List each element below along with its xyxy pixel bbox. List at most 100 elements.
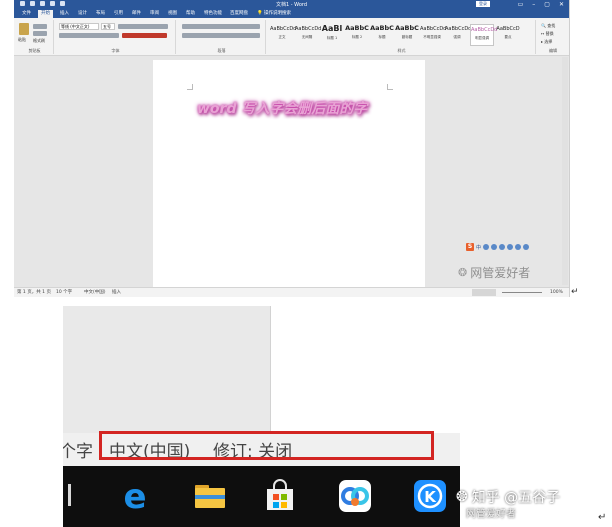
style-emphasis[interactable]: AaBbCcDd 强调: [445, 24, 471, 46]
styles-group-label: 样式: [397, 48, 406, 53]
format-painter-button[interactable]: 格式刷: [33, 38, 45, 44]
font-color-buttons[interactable]: [122, 33, 167, 38]
style-heading-2[interactable]: AaBbC 标题 2: [345, 24, 369, 46]
taskbar-separator: [68, 484, 71, 506]
file-explorer-icon[interactable]: [193, 479, 227, 513]
zoomed-page-area: [271, 306, 460, 433]
ribbon-tabs: 文件 开始 插入 设计 布局 引用 邮件 审阅 视图 帮助 特色功能 百度网盘 …: [14, 9, 569, 18]
paragraph-mark-icon: ↵: [571, 287, 579, 297]
status-zoom[interactable]: 100%: [550, 288, 563, 297]
margin-corner-tr: [387, 84, 393, 90]
tab-help[interactable]: 帮助: [183, 10, 198, 18]
clipboard-group: 粘贴 格式刷 剪贴板: [16, 20, 54, 54]
print-preview-icon[interactable]: [50, 1, 55, 6]
status-language[interactable]: 中文(中国): [84, 288, 106, 297]
status-mode[interactable]: 插入: [112, 288, 121, 297]
wechat-icon: ❂: [458, 266, 468, 279]
wordart-text[interactable]: word 写入字会删后面的字: [197, 98, 367, 118]
ime-emoji-icon[interactable]: [491, 244, 498, 250]
select-button[interactable]: ▸ 选择: [541, 39, 552, 45]
title-bar: 文档1 - Word 登录 ▭ – ▢ ✕: [14, 0, 569, 9]
font-name-select[interactable]: 等线 (中文正文): [59, 23, 99, 30]
paragraph-group: 段落: [178, 20, 266, 54]
baidu-netdisk-icon[interactable]: [338, 479, 372, 513]
wechat-icon-bottom: ❂: [456, 489, 468, 505]
find-button[interactable]: 🔍 查找: [541, 23, 555, 29]
customize-icon[interactable]: [60, 1, 65, 6]
editing-group-label: 编辑: [549, 48, 557, 53]
paragraph-group-label: 段落: [217, 48, 226, 53]
alignment-buttons[interactable]: [182, 33, 260, 38]
save-icon[interactable]: [20, 1, 25, 6]
font-size-tools[interactable]: [118, 24, 168, 29]
ime-tools-icon[interactable]: [523, 244, 530, 250]
style-subtle-emphasis[interactable]: AaBbCcDd 不明显强调: [420, 24, 446, 46]
vertical-scrollbar[interactable]: [562, 57, 568, 285]
ime-mode-label[interactable]: 中: [476, 244, 481, 251]
svg-text:e: e: [123, 479, 146, 513]
tab-home[interactable]: 开始: [38, 10, 53, 18]
tab-layout[interactable]: 布局: [93, 10, 108, 18]
edge-icon[interactable]: e: [118, 479, 152, 513]
editing-group: 🔍 查找 ↔ 替换 ▸ 选择 编辑: [538, 20, 568, 54]
font-group: 等线 (中文正文) 五号 字体: [56, 20, 176, 54]
paste-icon[interactable]: [19, 23, 29, 35]
status-page[interactable]: 第 1 页，共 1 页: [17, 288, 51, 297]
tab-file[interactable]: 文件: [19, 10, 34, 18]
font-size-select[interactable]: 五号: [101, 23, 115, 30]
ime-toolbar[interactable]: S 中: [466, 243, 546, 251]
ime-keyboard-icon[interactable]: [507, 244, 514, 250]
style-normal[interactable]: AaBbCcDd 正文: [270, 24, 296, 46]
tab-special[interactable]: 特色功能: [201, 10, 225, 18]
minimize-icon[interactable]: –: [532, 0, 535, 9]
zoomed-status-crop: 个字 中文(中国) 修订: 关闭 e K: [63, 306, 460, 527]
watermark-bottom: ❂ 知乎 @五谷子: [456, 487, 560, 507]
paste-label: 粘贴: [18, 37, 26, 42]
ribbon-display-icon[interactable]: ▭: [518, 0, 524, 9]
watermark-top-text: 网管爱好者: [470, 266, 531, 280]
document-page[interactable]: word 写入字会删后面的字: [153, 60, 425, 297]
tell-me-search[interactable]: 💡 操作说明搜索: [254, 10, 294, 18]
status-words[interactable]: 10 个字: [56, 288, 72, 297]
tab-review[interactable]: 审阅: [147, 10, 162, 18]
tab-insert[interactable]: 插入: [57, 10, 72, 18]
style-heading-1[interactable]: AaBl 标题 1: [320, 24, 344, 46]
tab-mailings[interactable]: 邮件: [129, 10, 144, 18]
sogou-ime-icon[interactable]: S: [466, 243, 474, 251]
login-button[interactable]: 登录: [476, 1, 490, 7]
maximize-icon[interactable]: ▢: [544, 0, 550, 9]
svg-text:K: K: [424, 488, 437, 506]
tab-baidu[interactable]: 百度网盘: [227, 10, 251, 18]
word-window: 文档1 - Word 登录 ▭ – ▢ ✕ 文件 开始 插入 设计 布局 引用 …: [14, 0, 570, 297]
tab-references[interactable]: 引用: [111, 10, 126, 18]
style-no-spacing[interactable]: AaBbCcDd 无间隔: [295, 24, 321, 46]
style-strong[interactable]: AaBbCcD 要点: [496, 24, 520, 46]
view-buttons[interactable]: [472, 289, 496, 296]
zoomed-word-count[interactable]: 个字: [63, 437, 93, 462]
cut-icon[interactable]: [33, 24, 47, 29]
tab-design[interactable]: 设计: [75, 10, 90, 18]
redo-icon[interactable]: [40, 1, 45, 6]
zoomed-left-pane: [63, 306, 271, 433]
window-title: 文档1 - Word: [276, 2, 308, 8]
close-icon[interactable]: ✕: [559, 0, 564, 9]
list-buttons[interactable]: [182, 24, 260, 29]
zoom-slider[interactable]: [502, 292, 542, 293]
microsoft-store-icon[interactable]: [263, 479, 297, 513]
style-subtitle[interactable]: AaBbC 副标题: [395, 24, 419, 46]
watermark-bottom-sub: 网管爱好者: [466, 509, 516, 520]
kugou-icon[interactable]: K: [413, 479, 447, 513]
ime-skin-icon[interactable]: [515, 244, 522, 250]
replace-button[interactable]: ↔ 替换: [541, 31, 554, 37]
font-style-buttons[interactable]: [59, 33, 119, 38]
ime-voice-icon[interactable]: [499, 244, 506, 250]
undo-icon[interactable]: [30, 1, 35, 6]
style-intense-emphasis[interactable]: AaBbCcDd 明显强调: [470, 24, 497, 46]
tell-me-label: 操作说明搜索: [264, 11, 292, 16]
quick-access-toolbar: [20, 1, 65, 6]
ime-punct-icon[interactable]: [483, 244, 490, 250]
tab-view[interactable]: 视图: [165, 10, 180, 18]
copy-icon[interactable]: [33, 31, 47, 36]
style-title[interactable]: AaBbC 标题: [370, 24, 394, 46]
windows-taskbar: e K: [63, 466, 460, 527]
